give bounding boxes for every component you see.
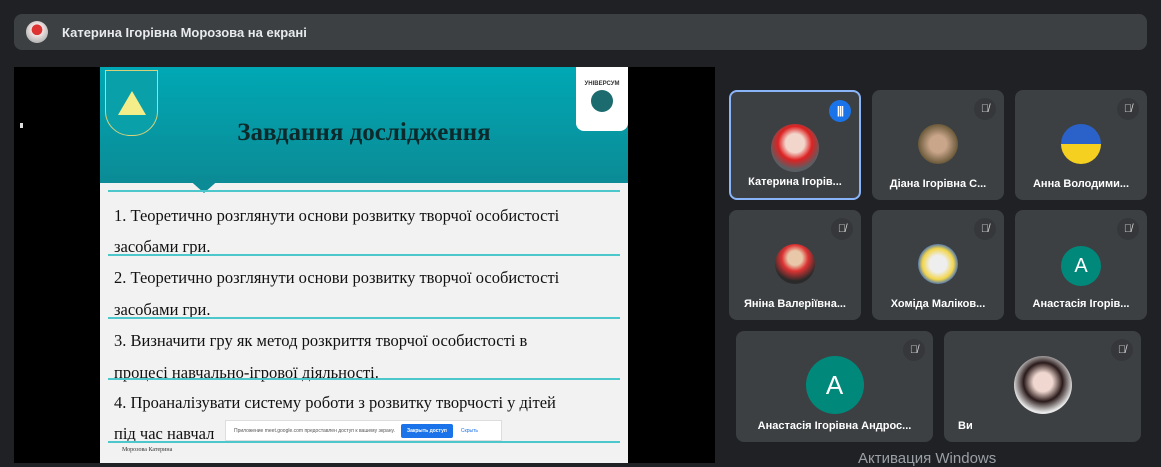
- slide-item: 4. Проаналізувати систему роботи з розви…: [114, 393, 556, 412]
- slide-item: 1. Теоретично розглянути основи розвитку…: [114, 206, 560, 225]
- participant-name: Анастасія Ігорівна Андрос...: [757, 420, 912, 432]
- avatar: [918, 244, 958, 284]
- participant-tile[interactable]: 🎙̸ А Анастасія Ігорівна Андрос...: [736, 331, 933, 442]
- slide-title: Завдання дослідження: [237, 119, 491, 146]
- participant-name: Хоміда Маліков...: [890, 298, 986, 310]
- participant-name: Катерина Ігорів...: [748, 176, 842, 188]
- mouse-cursor-icon: [20, 123, 23, 128]
- participant-tile[interactable]: 🎙̸ Яніна Валеріївна...: [729, 210, 861, 320]
- slide-item: засобами гри.: [114, 237, 211, 256]
- avatar: [775, 244, 815, 284]
- divider: [108, 254, 620, 256]
- share-notice-text: Приложение meet.google.com предоставлен …: [234, 427, 395, 434]
- mic-off-icon: 🎙̸: [1111, 339, 1133, 361]
- avatar: [771, 124, 819, 172]
- participant-tile[interactable]: ||| Катерина Ігорів...: [729, 90, 861, 200]
- mic-off-icon: 🎙̸: [974, 98, 996, 120]
- mic-off-icon: 🎙̸: [974, 218, 996, 240]
- divider: [108, 317, 620, 319]
- presenter-avatar: [26, 21, 48, 43]
- slide-item: процесі навчально-ігрової діяльності.: [114, 363, 379, 382]
- participant-name: Анна Володими...: [1032, 178, 1130, 190]
- presenter-text: Катерина Ігорівна Морозова на екрані: [62, 24, 307, 40]
- stop-sharing-button[interactable]: Закрыть доступ: [400, 423, 453, 438]
- participant-tile[interactable]: 🎙̸ Анна Володими...: [1015, 90, 1147, 200]
- slide-footer: Морозова Катерина: [122, 447, 173, 453]
- avatar: А: [1061, 246, 1101, 286]
- screen-share-notice: Приложение meet.google.com предоставлен …: [225, 420, 502, 441]
- participant-tile[interactable]: 🎙̸ Діана Ігорівна С...: [872, 90, 1004, 200]
- speaking-indicator-icon: |||: [829, 100, 851, 122]
- participant-name: Яніна Валеріївна...: [743, 298, 846, 310]
- participant-name: Ви: [958, 420, 973, 432]
- avatar: А: [805, 356, 864, 414]
- participant-tile[interactable]: 🎙̸ Ви: [944, 331, 1141, 442]
- participant-tile[interactable]: 🎙̸ А Анастасія Ігорів...: [1015, 210, 1147, 320]
- shared-screen: УНІВЕРСУМ Завдання дослідження 1. Теорет…: [14, 67, 715, 463]
- presenter-bar: Катерина Ігорівна Морозова на екрані: [14, 14, 1147, 50]
- divider: [108, 190, 620, 192]
- avatar: [1061, 124, 1101, 164]
- slide-item: 2. Теоретично розглянути основи розвитку…: [114, 268, 560, 287]
- hide-button[interactable]: Скрыть: [461, 428, 478, 434]
- mic-off-icon: 🎙̸: [1117, 98, 1139, 120]
- participant-tile[interactable]: 🎙̸ Хоміда Маліков...: [872, 210, 1004, 320]
- divider: [108, 378, 620, 380]
- universum-logo-text: УНІВЕРСУМ: [584, 81, 620, 87]
- slide-item: під час навчал: [114, 424, 215, 443]
- participant-name: Діана Ігорівна С...: [889, 178, 987, 190]
- avatar: [1013, 356, 1072, 414]
- slide-item: засобами гри.: [114, 300, 211, 319]
- avatar: [918, 124, 958, 164]
- mic-off-icon: 🎙̸: [1117, 218, 1139, 240]
- windows-activation-watermark: Активация Windows: [858, 450, 997, 467]
- mic-off-icon: 🎙̸: [903, 339, 925, 361]
- slide-item: 3. Визначити гру як метод розкриття твор…: [114, 331, 528, 350]
- slide-header: УНІВЕРСУМ Завдання дослідження: [100, 67, 628, 183]
- mic-off-icon: 🎙̸: [831, 218, 853, 240]
- participant-name: Анастасія Ігорів...: [1032, 298, 1130, 310]
- presentation-slide: УНІВЕРСУМ Завдання дослідження 1. Теорет…: [100, 67, 628, 463]
- divider: [108, 441, 620, 443]
